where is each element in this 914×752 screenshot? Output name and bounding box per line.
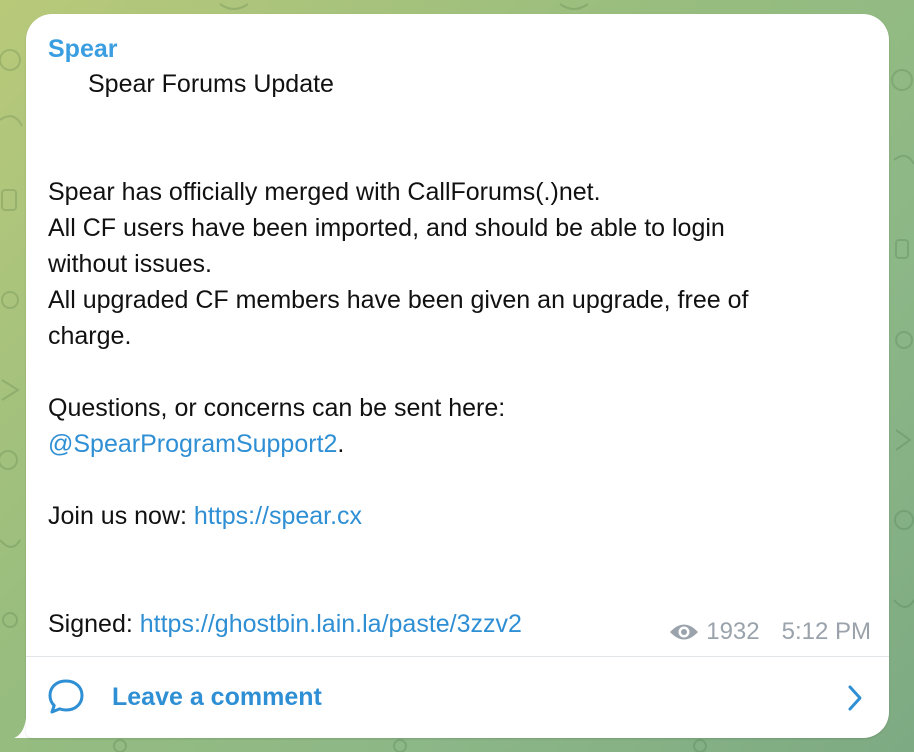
message-bubble: Spear Spear Forums Update Spear has offi…: [26, 14, 889, 738]
join-line: Join us now: https://spear.cx: [48, 498, 858, 534]
support-line: @SpearProgramSupport2.: [48, 426, 858, 462]
channel-author-name[interactable]: Spear: [48, 34, 117, 64]
eye-icon: [670, 624, 699, 640]
join-text: Join us now:: [48, 502, 194, 530]
questions-line: Questions, or concerns can be sent here:: [48, 394, 506, 422]
leave-comment-label: Leave a comment: [112, 683, 322, 711]
message-line: charge.: [48, 322, 132, 350]
message-title: Spear Forums Update: [88, 70, 334, 98]
join-link[interactable]: https://spear.cx: [194, 502, 362, 530]
signed-link[interactable]: https://ghostbin.lain.la/paste/3zzv2: [140, 610, 522, 638]
message-line: without issues.: [48, 250, 212, 278]
view-count: 1932: [706, 618, 760, 645]
message-time: 5:12 PM: [781, 618, 871, 645]
comment-bubble-icon: [48, 679, 84, 714]
message-line: Spear has officially merged with CallFor…: [48, 178, 601, 206]
message-line: All upgraded CF members have been given …: [48, 286, 749, 314]
support-handle-link[interactable]: @SpearProgramSupport2: [48, 430, 337, 458]
message-text: Spear Forums Update Spear has officially…: [48, 66, 858, 534]
support-suffix: .: [337, 430, 345, 458]
message-meta: 1932 5:12 PM: [668, 618, 871, 646]
chevron-right-icon: [848, 685, 862, 711]
message-line: All CF users have been imported, and sho…: [48, 214, 725, 242]
leave-comment-button[interactable]: Leave a comment: [26, 657, 889, 738]
signed-text: Signed:: [48, 610, 140, 638]
